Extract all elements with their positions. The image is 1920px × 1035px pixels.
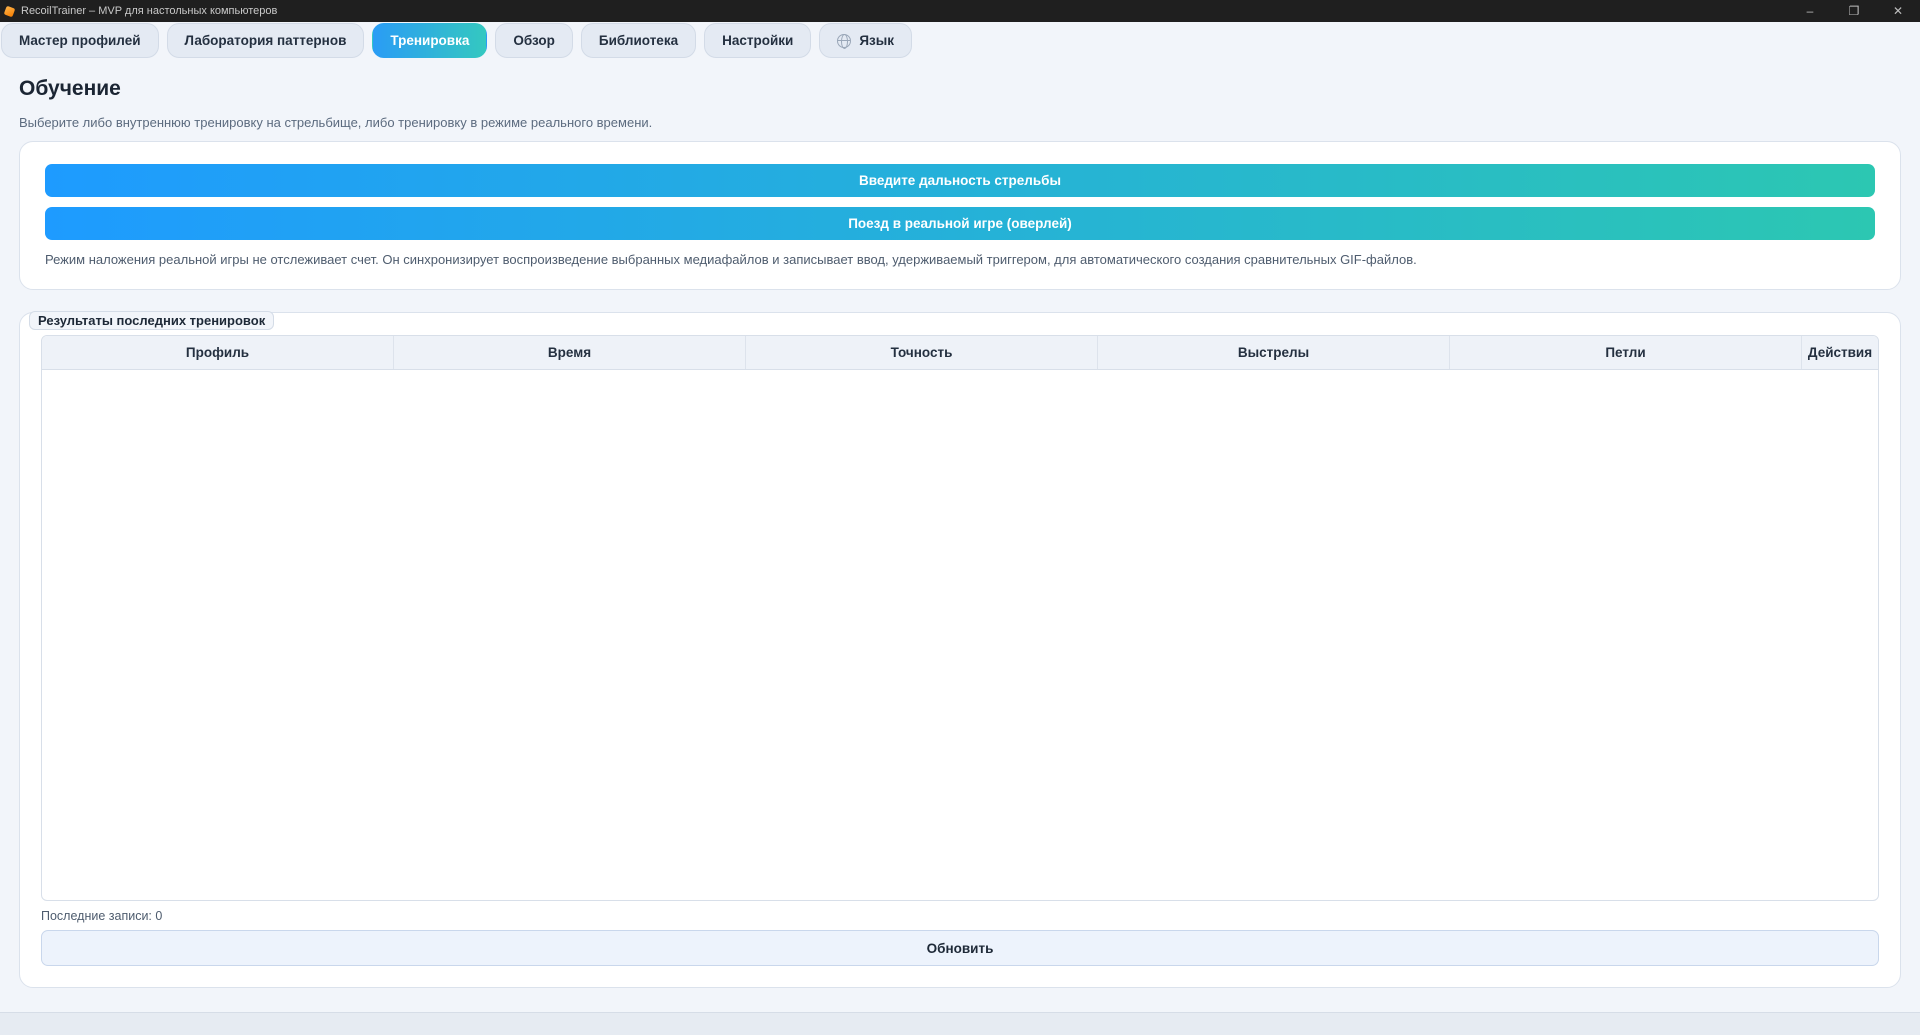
column-header-accuracy[interactable]: Точность <box>746 336 1098 369</box>
restore-icon[interactable]: ❐ <box>1832 0 1876 22</box>
recent-records-count: Последние записи: 0 <box>41 909 163 923</box>
app-icon <box>4 5 16 17</box>
globe-icon <box>837 33 852 49</box>
start-range-button[interactable]: Введите дальность стрельбы <box>45 164 1875 197</box>
tab-label: Мастер профилей <box>19 33 141 48</box>
column-header-shots[interactable]: Выстрелы <box>1098 336 1450 369</box>
page-title: Обучение <box>19 77 121 100</box>
recent-results-group: Результаты последних тренировок Профиль … <box>19 311 1901 988</box>
tab-label: Настройки <box>722 33 794 48</box>
window-controls: – ❐ ✕ <box>1788 0 1920 22</box>
window-title: RecoilTrainer – MVP для настольных компь… <box>21 5 278 17</box>
group-legend: Результаты последних тренировок <box>29 311 275 330</box>
column-header-profile[interactable]: Профиль <box>42 336 394 369</box>
tab-label: Обзор <box>513 33 555 48</box>
tab-overview[interactable]: Обзор <box>495 23 573 58</box>
column-header-time[interactable]: Время <box>394 336 746 369</box>
tab-label: Библиотека <box>598 33 679 48</box>
overlay-note: Режим наложения реальной игры не отслежи… <box>45 252 1417 267</box>
tab-language[interactable]: Язык <box>819 23 913 58</box>
tab-bar: Мастер профилей Лаборатория паттернов Тр… <box>0 23 1920 58</box>
start-overlay-button[interactable]: Поезд в реальной игре (оверлей) <box>45 207 1875 240</box>
page-subtitle: Выберите либо внутреннюю тренировку на с… <box>19 115 653 130</box>
tab-training[interactable]: Тренировка <box>372 23 488 58</box>
status-bar <box>0 1012 1920 1035</box>
close-icon[interactable]: ✕ <box>1876 0 1920 22</box>
tab-profile-wizard[interactable]: Мастер профилей <box>1 23 159 58</box>
tab-label: Тренировка <box>390 33 470 48</box>
tab-settings[interactable]: Настройки <box>704 23 812 58</box>
refresh-button[interactable]: Обновить <box>41 930 1879 966</box>
column-header-loops[interactable]: Петли <box>1450 336 1802 369</box>
training-mode-card: Введите дальность стрельбы Поезд в реаль… <box>19 141 1901 290</box>
minimize-icon[interactable]: – <box>1788 0 1832 22</box>
results-box: Профиль Время Точность Выстрелы Петли Де… <box>19 312 1901 988</box>
tab-label: Лаборатория паттернов <box>184 33 347 48</box>
column-header-actions[interactable]: Действия <box>1802 336 1878 369</box>
tab-label: Язык <box>859 33 895 48</box>
tab-library[interactable]: Библиотека <box>580 23 697 58</box>
table-header: Профиль Время Точность Выстрелы Петли Де… <box>42 336 1878 370</box>
title-bar: RecoilTrainer – MVP для настольных компь… <box>0 0 1920 22</box>
results-table[interactable]: Профиль Время Точность Выстрелы Петли Де… <box>41 335 1879 901</box>
tab-pattern-lab[interactable]: Лаборатория паттернов <box>166 23 365 58</box>
